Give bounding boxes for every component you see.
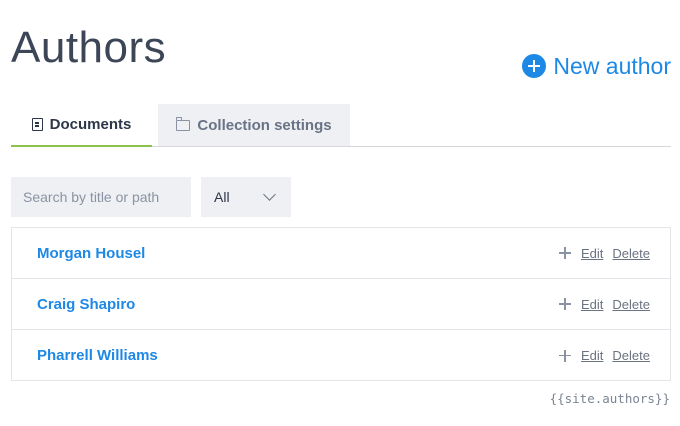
- search-input[interactable]: [11, 177, 191, 217]
- tab-documents-label: Documents: [49, 116, 132, 133]
- list-item: Pharrell Williams Edit Delete: [12, 330, 670, 381]
- document-title-link[interactable]: Craig Shapiro: [37, 296, 135, 313]
- type-filter-select[interactable]: All: [201, 177, 291, 217]
- delete-link[interactable]: Delete: [612, 348, 650, 363]
- edit-link[interactable]: Edit: [581, 348, 603, 363]
- folder-icon: [176, 116, 191, 131]
- row-actions: Edit Delete: [559, 246, 650, 261]
- row-actions: Edit Delete: [559, 297, 650, 312]
- type-filter-value: All: [214, 189, 230, 205]
- tab-settings-label: Collection settings: [197, 116, 332, 134]
- edit-link[interactable]: Edit: [581, 297, 603, 312]
- new-author-label: New author: [553, 52, 671, 79]
- new-author-button[interactable]: New author: [522, 52, 671, 80]
- delete-link[interactable]: Delete: [612, 297, 650, 312]
- tab-collection-settings[interactable]: Collection settings: [158, 104, 350, 146]
- tab-documents[interactable]: Documents: [11, 104, 152, 147]
- collection-variable: {{site.authors}}: [549, 391, 670, 406]
- move-icon[interactable]: [559, 349, 572, 362]
- list-item: Craig Shapiro Edit Delete: [12, 279, 670, 330]
- document-title-link[interactable]: Pharrell Williams: [37, 347, 158, 364]
- plus-circle-icon: [522, 54, 547, 78]
- move-icon[interactable]: [559, 298, 572, 310]
- page-title: Authors: [11, 23, 167, 72]
- list-item: Morgan Housel Edit Delete: [12, 228, 670, 279]
- row-actions: Edit Delete: [559, 348, 650, 363]
- document-icon: [31, 118, 43, 131]
- delete-link[interactable]: Delete: [612, 246, 650, 261]
- tab-bar: Documents Collection settings: [11, 104, 671, 147]
- document-title-link[interactable]: Morgan Housel: [37, 245, 145, 262]
- chevron-down-icon: [263, 188, 276, 201]
- move-icon[interactable]: [559, 247, 572, 259]
- edit-link[interactable]: Edit: [581, 246, 603, 261]
- document-list: Morgan Housel Edit Delete Craig Shapiro …: [11, 227, 671, 381]
